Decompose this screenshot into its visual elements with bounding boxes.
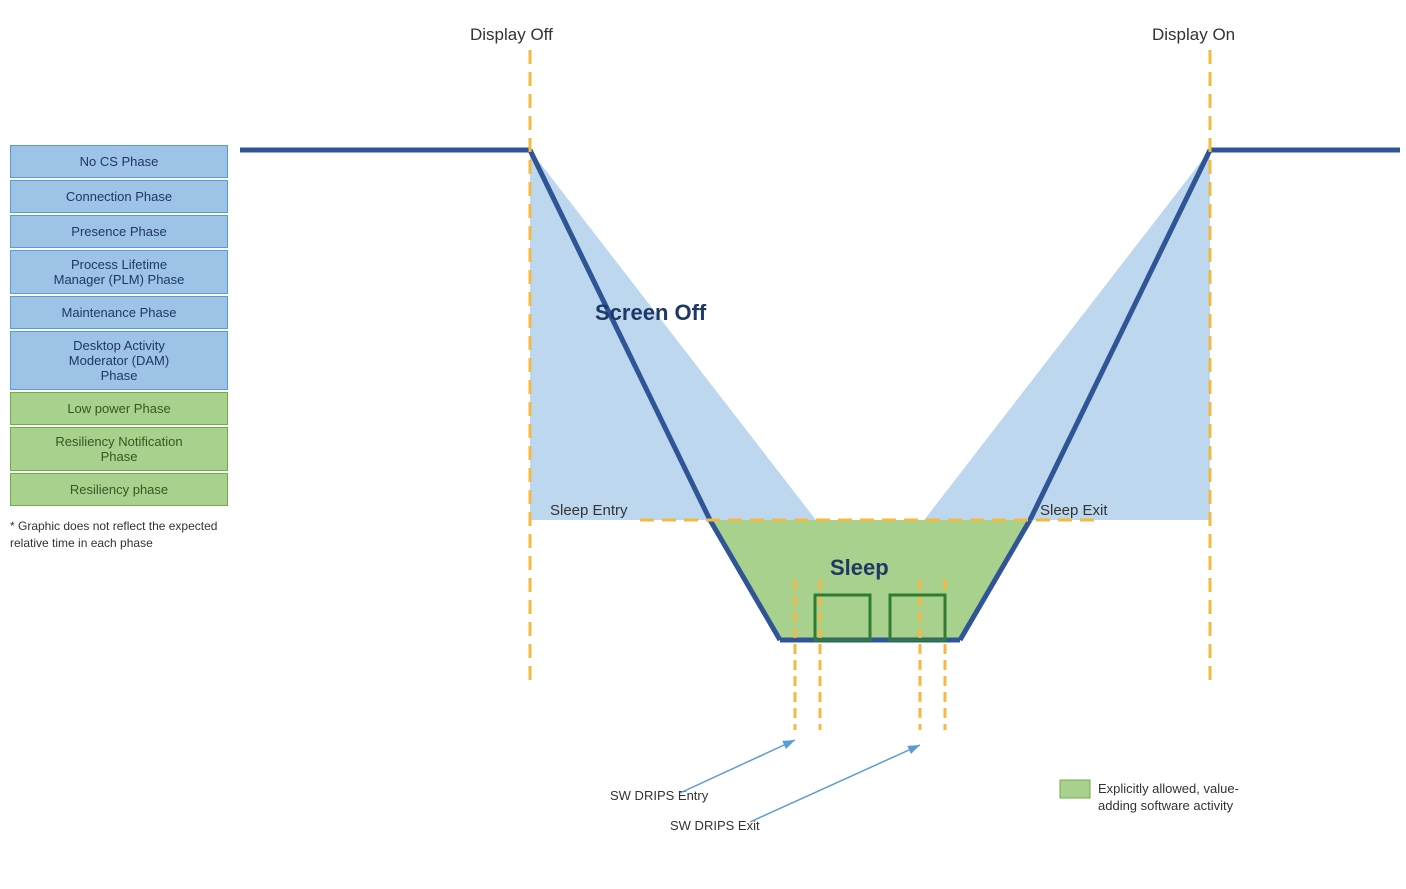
legend-note: * Graphic does not reflect the expected … — [10, 518, 228, 552]
legend-presence-phase: Presence Phase — [10, 215, 228, 248]
display-off-label: Display Off — [470, 25, 553, 44]
legend-resiliency-notification-phase: Resiliency NotificationPhase — [10, 427, 228, 471]
legend-connection-phase: Connection Phase — [10, 180, 228, 213]
legend-maintenance-phase: Maintenance Phase — [10, 296, 228, 329]
sw-drips-entry-label: SW DRIPS Entry — [610, 788, 709, 803]
diagram-area: Screen Off Sleep Display Off Display On … — [240, 0, 1400, 889]
legend-green-swatch — [1060, 780, 1090, 798]
page-container: No CS Phase Connection Phase Presence Ph… — [0, 0, 1406, 889]
screen-off-text: Screen Off — [595, 300, 707, 325]
legend-text-line2: adding software activity — [1098, 798, 1234, 813]
legend-panel: No CS Phase Connection Phase Presence Ph… — [10, 145, 228, 552]
legend-no-cs-phase: No CS Phase — [10, 145, 228, 178]
drips-entry-arrow — [680, 740, 795, 793]
sleep-entry-label: Sleep Entry — [550, 502, 628, 519]
sleep-exit-label: Sleep Exit — [1040, 502, 1108, 519]
drips-exit-arrow — [750, 745, 920, 822]
diagram-svg: Screen Off Sleep Display Off Display On … — [240, 0, 1400, 889]
legend-plm-phase: Process LifetimeManager (PLM) Phase — [10, 250, 228, 294]
legend-resiliency-phase: Resiliency phase — [10, 473, 228, 506]
legend-text-line1: Explicitly allowed, value- — [1098, 781, 1239, 796]
legend-low-power-phase: Low power Phase — [10, 392, 228, 425]
sleep-text: Sleep — [830, 555, 889, 580]
display-on-label: Display On — [1152, 25, 1235, 44]
sw-drips-exit-label: SW DRIPS Exit — [670, 818, 760, 833]
legend-dam-phase: Desktop ActivityModerator (DAM)Phase — [10, 331, 228, 390]
